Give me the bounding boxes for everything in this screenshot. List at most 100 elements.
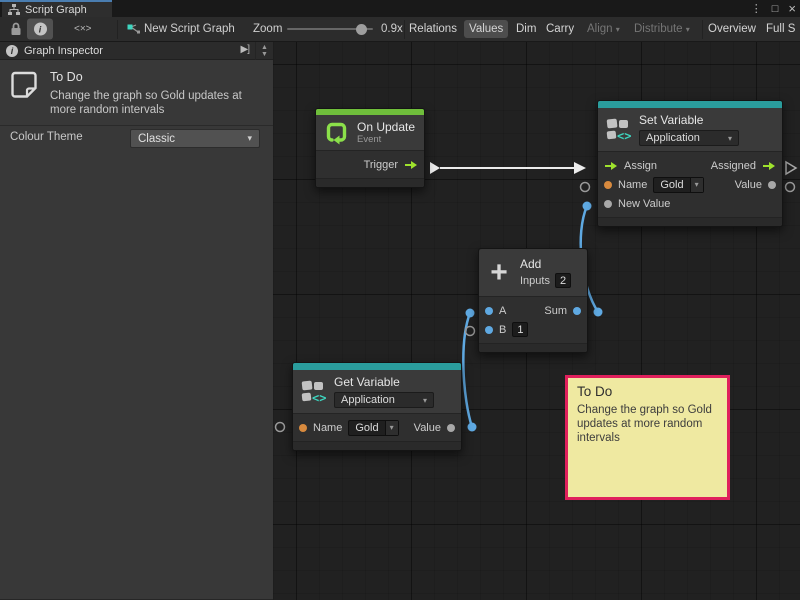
port-newvalue-connected[interactable] [583, 202, 592, 211]
scope-value: Application [341, 394, 395, 406]
zoom-label: Zoom [253, 23, 282, 35]
node-add[interactable]: + Add Inputs 2 A Sum B 1 [478, 248, 588, 353]
node-footer [316, 178, 424, 187]
sticky-note-text: Change the graph so Gold updates at more… [577, 403, 712, 445]
sticky-note-icon [8, 69, 40, 101]
todo-description: Change the graph so Gold updates at more… [50, 90, 262, 117]
port-b-unconnected[interactable] [466, 327, 475, 336]
dim-button[interactable]: Dim [516, 23, 536, 35]
carry-button[interactable]: Carry [546, 23, 574, 35]
name-value-dropdown[interactable]: Gold ▾ [348, 420, 398, 436]
tab-script-graph[interactable]: Script Graph [2, 2, 112, 17]
tab-label: Script Graph [25, 4, 87, 16]
chevron-down-icon: ▾ [616, 25, 620, 34]
values-button[interactable]: Values [464, 20, 508, 38]
colour-theme-row: Colour Theme Classic ▾ [0, 128, 273, 150]
sticky-note-title: To Do [577, 384, 718, 399]
maximize-icon[interactable]: □ [772, 3, 779, 15]
a-input-port[interactable] [485, 307, 493, 315]
node-on-update[interactable]: On Update Event Trigger [315, 108, 425, 188]
variable-colorbar [293, 363, 461, 370]
svg-text:<>: <> [312, 391, 326, 405]
port-setvar-value-unconnected[interactable] [786, 183, 795, 192]
fullscreen-button[interactable]: Full S [766, 23, 795, 35]
node-get-variable[interactable]: <> Get Variable Application ▾ Name Gold … [292, 362, 462, 451]
node-title: Set Variable [639, 113, 739, 127]
port-setvar-name-unconnected[interactable] [581, 183, 590, 192]
value-label: Value [414, 422, 441, 434]
variable-colorbar [598, 101, 782, 108]
name-input-port[interactable] [299, 424, 307, 432]
distribute-label: Distribute [634, 23, 683, 35]
port-assigned-unconnected[interactable] [786, 162, 796, 174]
new-script-graph-button[interactable]: New Script Graph [144, 23, 235, 35]
node-set-variable[interactable]: <> Set Variable Application ▾ Assign Ass… [597, 100, 783, 227]
trigger-output-port[interactable] [404, 160, 418, 170]
scroll-up-icon[interactable]: ▲ [261, 44, 268, 51]
node-footer [598, 217, 782, 226]
close-icon[interactable]: × [788, 1, 796, 16]
name-label: Name [313, 422, 342, 434]
zoom-value: 0.9x [381, 23, 403, 35]
b-input-port[interactable] [485, 326, 493, 334]
inputs-count-field[interactable]: 2 [555, 273, 571, 288]
value-label: Value [735, 179, 762, 191]
code-view-icon[interactable]: <×> [74, 24, 92, 35]
variable-scope-dropdown[interactable]: Application ▾ [334, 392, 434, 408]
value-output-port[interactable] [447, 424, 455, 432]
chevron-down-icon: ▾ [728, 134, 732, 143]
todo-title: To Do [50, 70, 262, 84]
port-getvar-name-unconnected[interactable] [276, 423, 285, 432]
new-value-label: New Value [618, 198, 670, 210]
lock-icon[interactable] [8, 21, 24, 37]
distribute-button[interactable]: Distribute ▾ [634, 23, 690, 35]
align-button[interactable]: Align ▾ [587, 23, 620, 35]
scroll-down-icon[interactable]: ▼ [261, 51, 268, 58]
toolbar-separator [702, 20, 703, 39]
trigger-port-label: Trigger [364, 159, 398, 171]
sum-label: Sum [544, 305, 567, 317]
node-subtitle: Event [357, 134, 415, 145]
port-a-connected[interactable] [466, 309, 475, 318]
align-label: Align [587, 23, 613, 35]
sticky-note[interactable]: To Do Change the graph so Gold updates a… [565, 375, 730, 500]
node-title: Add [520, 257, 571, 271]
port-getvalue-connected[interactable] [468, 423, 477, 432]
value-wire-getvalue-to-a[interactable] [463, 313, 472, 427]
graph-toolbar: i <×> New Script Graph Zoom 0.9x Relatio… [0, 17, 800, 42]
variable-scope-dropdown[interactable]: Application ▾ [639, 130, 739, 146]
control-wire-start-arrow [430, 162, 440, 174]
title-bar: Script Graph ⋮ □ × [0, 0, 800, 17]
panel-scroll-arrows[interactable]: ▲ ▼ [255, 42, 273, 60]
name-value: Gold [349, 421, 384, 435]
port-sum-connected[interactable] [594, 308, 603, 317]
chevron-down-icon: ▾ [247, 133, 252, 144]
sum-output-port[interactable] [573, 307, 581, 315]
chevron-down-icon: ▾ [423, 396, 427, 405]
assign-label: Assign [624, 160, 657, 172]
inspector-toggle-button[interactable]: i [27, 19, 53, 40]
dock-panel-icon[interactable]: ▶] [241, 44, 249, 55]
assigned-label: Assigned [711, 160, 756, 172]
divider [0, 125, 273, 126]
assign-input-port[interactable] [604, 161, 618, 171]
relations-button[interactable]: Relations [409, 23, 457, 35]
colour-theme-dropdown[interactable]: Classic ▾ [130, 129, 260, 148]
zoom-slider-handle[interactable] [356, 24, 367, 35]
value-output-port[interactable] [768, 181, 776, 189]
b-value-field[interactable]: 1 [512, 322, 528, 337]
on-update-loop-icon [324, 120, 349, 145]
node-footer [293, 441, 461, 450]
chevron-down-icon: ▾ [686, 25, 690, 34]
menu-icon[interactable]: ⋮ [751, 2, 762, 15]
assigned-output-port[interactable] [762, 161, 776, 171]
toolbar-separator [404, 20, 405, 39]
inspector-title: Graph Inspector [24, 45, 103, 57]
control-wire-end-arrow [574, 162, 586, 174]
overview-button[interactable]: Overview [708, 23, 756, 35]
new-graph-icon [127, 23, 140, 35]
name-input-port[interactable] [604, 181, 612, 189]
graph-canvas[interactable]: On Update Event Trigger <> [273, 42, 800, 600]
new-value-input-port[interactable] [604, 200, 612, 208]
name-value-dropdown[interactable]: Gold ▾ [653, 177, 703, 193]
